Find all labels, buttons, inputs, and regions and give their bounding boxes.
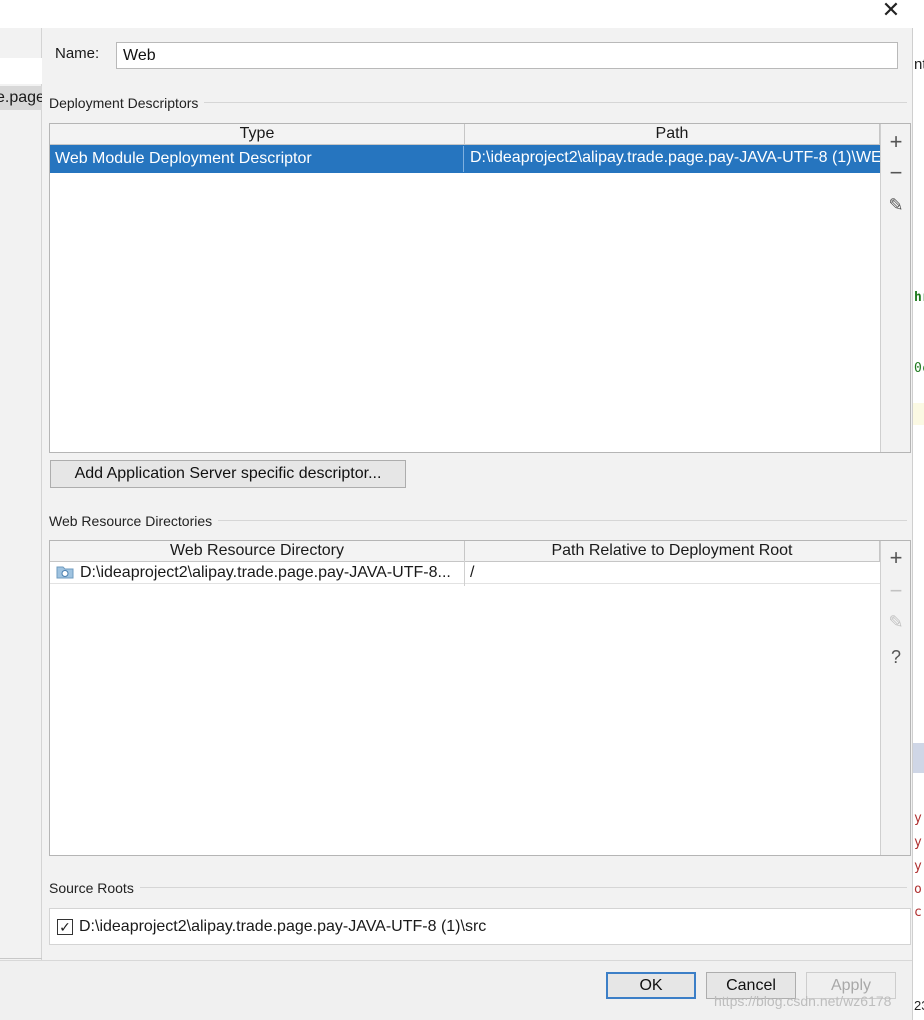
close-icon[interactable]: ✕: [878, 0, 904, 22]
add-icon[interactable]: +: [883, 129, 909, 155]
deployment-descriptors-table: Type Path Web Module Deployment Descript…: [49, 123, 911, 453]
left-tree-panel: [0, 28, 42, 960]
descriptor-path-cell: D:\ideaproject2\alipay.trade.page.pay-JA…: [470, 149, 880, 166]
source-roots-list: ✓ D:\ideaproject2\alipay.trade.page.pay-…: [49, 908, 911, 945]
source-root-checkbox[interactable]: ✓: [57, 919, 73, 935]
source-roots-divider: [49, 887, 907, 888]
web-resource-toolbar: + − ✎ ?: [880, 541, 910, 855]
column-header-web-resource-directory[interactable]: Web Resource Directory: [50, 541, 465, 562]
right-highlight: [913, 403, 924, 425]
watermark-text: https://blog.csdn.net/wz6178: [714, 993, 892, 1009]
right-selection-block: [913, 743, 924, 773]
right-fragment: 0c: [914, 361, 924, 376]
name-label: Name:: [55, 45, 100, 62]
left-tree-selected-item[interactable]: e.page: [0, 86, 42, 110]
ok-button[interactable]: OK: [606, 972, 696, 999]
right-fragment: y: [914, 811, 922, 826]
right-fragment: 23:6: [914, 998, 924, 1013]
right-fragment: hr: [914, 290, 924, 305]
column-header-path-relative[interactable]: Path Relative to Deployment Root: [465, 541, 880, 562]
relative-path-cell: /: [470, 564, 475, 581]
deployment-descriptors-title: Deployment Descriptors: [49, 95, 205, 111]
edit-pencil-icon[interactable]: ✎: [883, 192, 909, 218]
descriptor-toolbar: + − ✎: [880, 124, 910, 452]
right-fragment: or: [914, 882, 924, 897]
left-divider: [0, 958, 42, 959]
column-header-type[interactable]: Type: [50, 124, 465, 145]
source-roots-title: Source Roots: [49, 880, 140, 896]
descriptor-type-cell: Web Module Deployment Descriptor: [50, 146, 464, 172]
help-icon[interactable]: ?: [883, 644, 909, 670]
right-fragment: c: [914, 905, 922, 920]
right-fragment: y: [914, 835, 922, 850]
web-resource-directory-cell: D:\ideaproject2\alipay.trade.page.pay-JA…: [75, 560, 465, 586]
left-tree-blank-row: [0, 58, 42, 84]
name-input[interactable]: [116, 42, 898, 69]
web-resource-directories-title: Web Resource Directories: [49, 513, 219, 529]
right-fragment: y: [914, 859, 922, 874]
web-resource-directories-table: Web Resource Directory Path Relative to …: [49, 540, 911, 856]
dialog-title-bar: [0, 0, 924, 28]
add-icon[interactable]: +: [883, 545, 909, 571]
remove-icon[interactable]: −: [883, 160, 909, 186]
background-editor-strip: nt hr 0c y y y or c 23:6: [912, 28, 924, 1020]
column-header-path[interactable]: Path: [465, 124, 880, 145]
remove-icon[interactable]: −: [883, 578, 909, 604]
table-row[interactable]: D:\ideaproject2\alipay.trade.page.pay-JA…: [50, 560, 880, 586]
web-folder-icon: [56, 566, 74, 579]
edit-pencil-icon[interactable]: ✎: [883, 609, 909, 635]
table-row[interactable]: Web Module Deployment Descriptor D:\idea…: [50, 145, 880, 173]
right-fragment: nt: [914, 56, 924, 73]
source-root-path: D:\ideaproject2\alipay.trade.page.pay-JA…: [79, 918, 487, 935]
add-server-descriptor-button[interactable]: Add Application Server specific descript…: [50, 460, 406, 488]
